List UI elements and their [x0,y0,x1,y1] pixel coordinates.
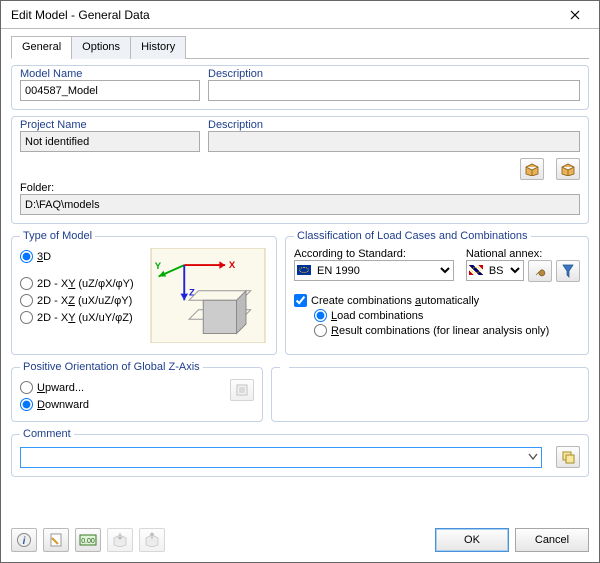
box-icon [560,162,576,176]
close-button[interactable] [557,3,593,27]
ok-button[interactable]: OK [435,528,509,552]
classification-legend: Classification of Load Cases and Combina… [294,230,531,242]
project-browse-button-2[interactable] [556,158,580,180]
standard-label: According to Standard: [294,248,454,260]
empty-panel: . [271,361,589,422]
radio-3d[interactable]: 3D [20,250,140,263]
create-combinations-check[interactable]: Create combinations automatically [294,294,580,307]
tab-bar: General Options History [11,35,589,59]
classification-group: Classification of Load Cases and Combina… [285,230,589,355]
help-icon: i [16,532,32,548]
annex-label: National annex: [466,248,580,260]
radio-2d-xy2[interactable]: 2D - XY (uX/uY/φZ) [20,311,140,324]
units-button[interactable]: 0.00 [75,528,101,552]
box-arrow-icon [112,532,128,548]
svg-text:X: X [229,260,236,271]
close-icon [570,10,580,20]
model-name-input[interactable] [20,80,200,101]
radio-2d-xz[interactable]: 2D - XZ (uX/uZ/φY) [20,294,140,307]
svg-text:0.00: 0.00 [81,538,95,545]
svg-text:Y: Y [155,261,162,272]
axes-3d-icon: X Y Z [148,248,268,343]
comment-library-button[interactable] [556,446,580,468]
standard-select[interactable]: EN 1990 [294,260,454,281]
radio-result-combinations[interactable]: Result combinations (for linear analysis… [314,324,580,337]
project-name-input [20,131,200,152]
project-browse-button-1[interactable] [520,158,544,180]
comment-input[interactable] [20,447,542,468]
annex-filter-button[interactable] [556,260,580,282]
annex-edit-button[interactable] [528,260,552,282]
export-button[interactable] [139,528,165,552]
radio-2d-xy[interactable]: 2D - XY (uZ/φX/φY) [20,277,140,290]
model-name-group: Model Name Description [11,65,589,110]
edit-model-dialog: Edit Model - General Data General Option… [0,0,600,563]
note-icon [48,532,64,548]
button-bar: i 0.00 OK Cancel [1,522,599,562]
comment-group: Comment [11,428,589,477]
z-axis-group: Positive Orientation of Global Z-Axis Up… [11,361,263,422]
dialog-body: General Options History Model Name Descr… [1,29,599,522]
chevron-down-icon[interactable] [528,451,538,463]
box-icon [524,162,540,176]
model-name-label: Model Name [20,68,200,80]
project-description-label: Description [208,119,580,131]
project-description-input [208,131,580,152]
z-axis-details-button[interactable] [230,379,254,401]
comment-legend: Comment [20,428,74,440]
type-of-model-group: Type of Model 3D 2D - XY (uZ/φX/φY) 2D -… [11,230,277,355]
folder-label: Folder: [20,182,580,194]
copy-icon [561,450,575,464]
radio-z-upward[interactable]: Upward... [20,381,222,394]
title-bar: Edit Model - General Data [1,1,599,29]
document-icon [235,384,249,396]
window-title: Edit Model - General Data [11,8,557,22]
svg-text:i: i [23,536,26,547]
project-name-label: Project Name [20,119,200,131]
cancel-button[interactable]: Cancel [515,528,589,552]
folder-input [20,194,580,215]
tab-general[interactable]: General [11,36,72,59]
notes-button[interactable] [43,528,69,552]
filter-icon [562,264,574,278]
radio-z-downward[interactable]: Downward [20,398,222,411]
box-arrow-icon [144,532,160,548]
tab-history[interactable]: History [130,36,186,59]
model-description-label: Description [208,68,580,80]
model-preview: X Y Z [148,248,268,346]
tab-options[interactable]: Options [71,36,131,59]
model-description-input[interactable] [208,80,580,101]
z-axis-legend: Positive Orientation of Global Z-Axis [20,361,203,373]
help-button[interactable]: i [11,528,37,552]
type-of-model-legend: Type of Model [20,230,95,242]
wrench-icon [533,264,547,278]
project-group: Project Name Description Folder: [11,116,589,224]
import-button[interactable] [107,528,133,552]
radio-load-combinations[interactable]: Load combinations [314,309,580,322]
units-icon: 0.00 [79,532,97,548]
